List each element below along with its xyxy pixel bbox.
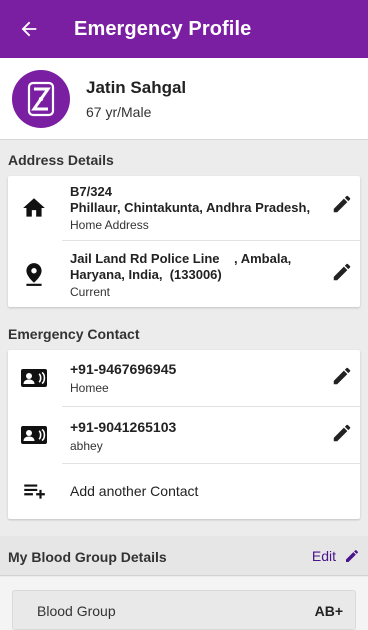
- pencil-icon: [333, 367, 351, 385]
- address-item-home: B7/324 Phillaur, Chintakunta, Andhra Pra…: [8, 176, 360, 240]
- contact-name: abhey: [70, 439, 103, 453]
- address-card: B7/324 Phillaur, Chintakunta, Andhra Pra…: [8, 176, 360, 307]
- edit-home-address-button[interactable]: [328, 190, 356, 218]
- blood-group-header: My Blood Group Details Edit: [0, 536, 368, 576]
- emergency-section-title: Emergency Contact: [8, 326, 140, 342]
- arrow-back-icon: [21, 21, 37, 37]
- location-pin-icon: [20, 260, 48, 288]
- edit-contact-button[interactable]: [328, 362, 356, 390]
- pencil-icon: [333, 263, 351, 281]
- contact-item[interactable]: +91-9041265103 abhey: [8, 407, 360, 463]
- contact-phone: +91-9041265103: [70, 419, 177, 435]
- pencil-icon: [346, 549, 359, 562]
- contact-phone-icon: [20, 421, 48, 449]
- page-title: Emergency Profile: [74, 17, 252, 40]
- edit-contact-button[interactable]: [328, 419, 356, 447]
- contact-phone: +91-9467696945: [70, 361, 177, 377]
- back-button[interactable]: [0, 0, 58, 58]
- home-icon: [20, 194, 48, 222]
- edit-blood-group-button[interactable]: Edit: [312, 543, 360, 569]
- blood-section-title: My Blood Group Details: [8, 549, 167, 565]
- edit-current-address-button[interactable]: [328, 258, 356, 286]
- contact-name: Homee: [70, 381, 109, 395]
- blood-group-label: Blood Group: [37, 603, 116, 619]
- address-line-2: Phillaur, Chintakunta, Andhra Pradesh,: [70, 200, 311, 215]
- edit-label: Edit: [311, 548, 336, 564]
- app-bar: Emergency Profile: [0, 0, 368, 58]
- emergency-contact-card: +91-9467696945 Homee +91-9041265103 abhe…: [8, 350, 360, 519]
- address-label: Current: [70, 285, 111, 299]
- contact-phone-icon: [20, 364, 48, 392]
- blood-group-body: Blood Group AB+: [0, 577, 368, 630]
- contact-item[interactable]: +91-9467696945 Homee: [8, 350, 360, 406]
- add-contact-button[interactable]: Add another Contact: [8, 464, 360, 519]
- address-item-current: Jail Land Rd Police Line , Ambala, Harya…: [8, 241, 360, 307]
- profile-name: Jatin Sahgal: [86, 77, 187, 97]
- profile-age-gender: 67 yr/Male: [86, 103, 152, 120]
- address-section-title: Address Details: [8, 152, 114, 168]
- pencil-icon: [333, 424, 351, 442]
- profile-header: Jatin Sahgal 67 yr/Male: [0, 58, 368, 140]
- z-logo-icon: [27, 81, 55, 116]
- address-line-2: Haryana, India, (133006): [70, 267, 222, 282]
- avatar: [12, 69, 70, 128]
- pencil-icon: [333, 195, 351, 213]
- add-contact-label: Add another Contact: [70, 483, 199, 499]
- blood-group-field: Blood Group AB+: [12, 590, 356, 630]
- blood-group-value: AB+: [314, 603, 343, 619]
- playlist-add-icon: [20, 477, 48, 505]
- address-line-1: B7/324: [70, 184, 112, 199]
- address-label: Home Address: [70, 218, 149, 232]
- address-line-1: Jail Land Rd Police Line , Ambala,: [70, 251, 292, 266]
